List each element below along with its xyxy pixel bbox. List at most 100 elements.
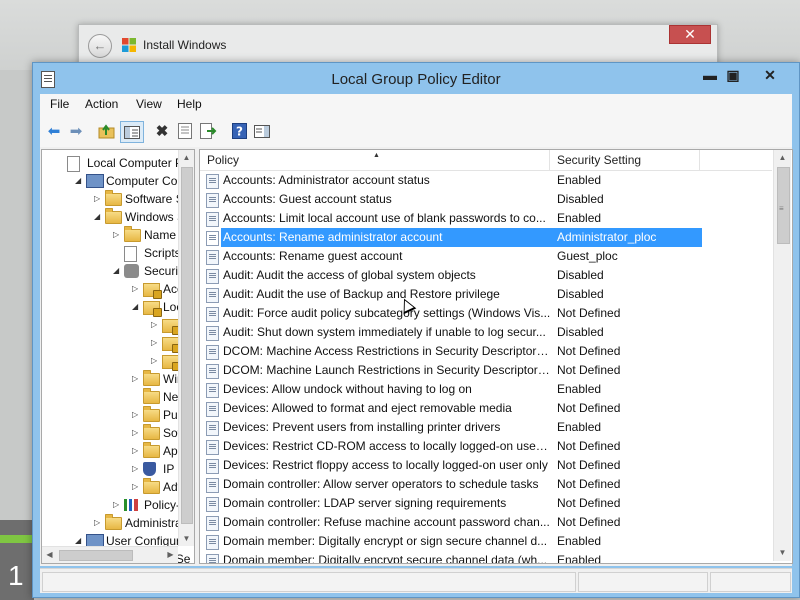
list-vertical-scrollbar[interactable]: ▲ ≡ ▼ — [773, 150, 791, 561]
tree-item[interactable]: ▷Au — [42, 316, 194, 335]
collapse-arrow-icon[interactable]: ◢ — [75, 172, 81, 190]
expand-arrow-icon[interactable]: ▷ — [132, 460, 138, 478]
menu-help[interactable]: Help — [177, 97, 202, 111]
show-hide-tree-icon[interactable] — [120, 121, 144, 143]
tree-item[interactable]: ▷IP Secu — [42, 460, 194, 478]
tree-item[interactable]: Netwo — [42, 388, 194, 406]
table-row[interactable]: Audit: Shut down system immediately if u… — [200, 323, 772, 342]
table-row[interactable]: Domain controller: Refuse machine accoun… — [200, 513, 772, 532]
folder-icon — [105, 208, 122, 224]
scroll-left-arrow-icon[interactable]: ◀ — [42, 547, 57, 562]
back-button[interactable]: ← — [88, 34, 112, 58]
back-arrow-icon[interactable]: ⬅ — [45, 122, 63, 140]
collapse-arrow-icon[interactable]: ◢ — [113, 262, 119, 280]
collapse-arrow-icon[interactable]: ◢ — [94, 208, 100, 226]
table-row[interactable]: Accounts: Administrator account status En… — [200, 171, 772, 190]
table-row[interactable]: Audit: Audit the access of global system… — [200, 266, 772, 285]
tree-item[interactable]: ◢ Windows Sett — [42, 208, 194, 226]
console-tree[interactable]: Local Computer Polic ◢ Computer Config ▷ Sof… — [41, 149, 195, 564]
expand-arrow-icon[interactable]: ▷ — [132, 280, 138, 298]
tree-item[interactable]: Local Computer Polic — [42, 154, 194, 172]
expand-arrow-icon[interactable]: ▷ — [151, 352, 157, 370]
table-row[interactable]: Audit: Force audit policy subcategory se… — [200, 304, 772, 323]
expand-arrow-icon[interactable]: ▷ — [132, 406, 138, 424]
expand-arrow-icon[interactable]: ▷ — [132, 442, 138, 460]
table-row[interactable]: Audit: Audit the use of Backup and Resto… — [200, 285, 772, 304]
table-row[interactable]: DCOM: Machine Launch Restrictions in Sec… — [200, 361, 772, 380]
scroll-up-arrow-icon[interactable]: ▲ — [179, 150, 194, 165]
tree-item[interactable]: ▷Accou — [42, 280, 194, 299]
tree-item[interactable]: ▷ Administrative — [42, 514, 194, 532]
expand-arrow-icon[interactable]: ▷ — [132, 370, 138, 388]
table-row[interactable]: Devices: Allow undock without having to … — [200, 380, 772, 399]
column-header-security-setting[interactable]: Security Setting — [550, 150, 700, 170]
policy-name-cell: Devices: Allowed to format and eject rem… — [223, 401, 512, 415]
scroll-right-arrow-icon[interactable]: ▶ — [163, 547, 178, 562]
table-row[interactable]: DCOM: Machine Access Restrictions in Sec… — [200, 342, 772, 361]
tree-item[interactable]: Scripts (St — [42, 244, 194, 262]
list-scroll-up-arrow-icon[interactable]: ▲ — [775, 150, 790, 165]
table-row[interactable]: Domain member: Digitally encrypt or sign… — [200, 532, 772, 551]
table-row[interactable]: Accounts: Limit local account use of bla… — [200, 209, 772, 228]
collapse-arrow-icon[interactable]: ◢ — [132, 298, 138, 316]
table-row[interactable]: Devices: Allowed to format and eject rem… — [200, 399, 772, 418]
tree-item[interactable]: ▷ Software Setti — [42, 190, 194, 208]
tree-item[interactable]: ◢Local P — [42, 298, 194, 317]
delete-icon[interactable]: ✖ — [153, 122, 171, 140]
list-scroll-down-arrow-icon[interactable]: ▼ — [775, 545, 790, 560]
expand-arrow-icon[interactable]: ▷ — [132, 424, 138, 442]
expand-arrow-icon[interactable]: ▷ — [132, 478, 138, 496]
table-row[interactable]: Devices: Prevent users from installing p… — [200, 418, 772, 437]
expand-arrow-icon[interactable]: ▷ — [151, 334, 157, 352]
show-hide-action-pane-icon[interactable] — [253, 122, 271, 140]
tree-hscroll-thumb[interactable] — [59, 550, 133, 561]
security-setting-cell: Not Defined — [557, 496, 621, 510]
menu-view[interactable]: View — [136, 97, 162, 111]
forward-arrow-icon[interactable]: ➡ — [67, 122, 85, 140]
menu-action[interactable]: Action — [85, 97, 118, 111]
tree-item[interactable]: ▷Public — [42, 406, 194, 424]
properties-icon[interactable] — [176, 122, 194, 140]
install-windows-close-button[interactable]: ✕ — [669, 25, 711, 44]
tree-item[interactable]: ▷Softwa — [42, 424, 194, 442]
table-row[interactable]: Accounts: Rename guest account Guest_ploc — [200, 247, 772, 266]
tree-item[interactable]: ▷Windo — [42, 370, 194, 388]
up-folder-icon[interactable] — [97, 122, 115, 140]
tree-item[interactable]: ▷Sec — [42, 352, 194, 371]
tree-item[interactable]: ▷Applic — [42, 442, 194, 460]
policy-setting-icon — [206, 307, 219, 322]
expand-arrow-icon[interactable]: ▷ — [113, 496, 119, 514]
expand-arrow-icon[interactable]: ▷ — [151, 316, 157, 334]
tree-item[interactable]: ◢Security Se — [42, 262, 194, 280]
expand-arrow-icon[interactable]: ▷ — [94, 514, 100, 532]
security-setting-cell: Not Defined — [557, 363, 621, 377]
tree-item[interactable]: ▷Name Res — [42, 226, 194, 244]
tree-item[interactable]: ▷ Policy-bas — [42, 496, 194, 514]
table-row[interactable]: Domain controller: LDAP server signing r… — [200, 494, 772, 513]
policy-list[interactable]: Policy ▲ Security Setting Accounts: Admi… — [199, 149, 793, 564]
tree-item[interactable]: ◢ Computer Config — [42, 172, 194, 190]
table-row[interactable]: Accounts: Guest account status Disabled — [200, 190, 772, 209]
export-list-icon[interactable] — [199, 122, 217, 140]
expand-arrow-icon[interactable]: ▷ — [94, 190, 100, 208]
tree-item[interactable]: ▷Advan — [42, 478, 194, 496]
maximize-button[interactable]: ▣ — [718, 65, 748, 85]
policy-name-cell: Domain member: Digitally encrypt secure … — [223, 553, 548, 564]
menu-file[interactable]: File — [50, 97, 69, 111]
tree-horizontal-scrollbar[interactable]: ◀ ▶ — [42, 546, 178, 563]
tree-vertical-scrollbar[interactable]: ▲ ▼ — [178, 150, 194, 546]
table-row[interactable]: Domain member: Digitally encrypt secure … — [200, 551, 772, 564]
table-row[interactable]: Devices: Restrict CD-ROM access to local… — [200, 437, 772, 456]
tree-item[interactable]: ▷Use — [42, 334, 194, 353]
close-button[interactable]: ✕ — [755, 65, 785, 85]
table-row[interactable]: Devices: Restrict floppy access to local… — [200, 456, 772, 475]
scroll-down-arrow-icon[interactable]: ▼ — [179, 531, 194, 546]
expand-arrow-icon[interactable]: ▷ — [113, 226, 119, 244]
policy-setting-icon — [206, 212, 219, 227]
title-bar[interactable]: Local Group Policy Editor ▬ ▣ ✕ — [33, 63, 799, 94]
help-icon[interactable]: ? — [230, 122, 248, 140]
tree-scroll-thumb[interactable] — [181, 167, 193, 524]
table-row-selected[interactable]: Accounts: Rename administrator account Ad… — [200, 228, 772, 247]
table-row[interactable]: Domain controller: Allow server operator… — [200, 475, 772, 494]
policy-setting-icon — [206, 554, 219, 563]
